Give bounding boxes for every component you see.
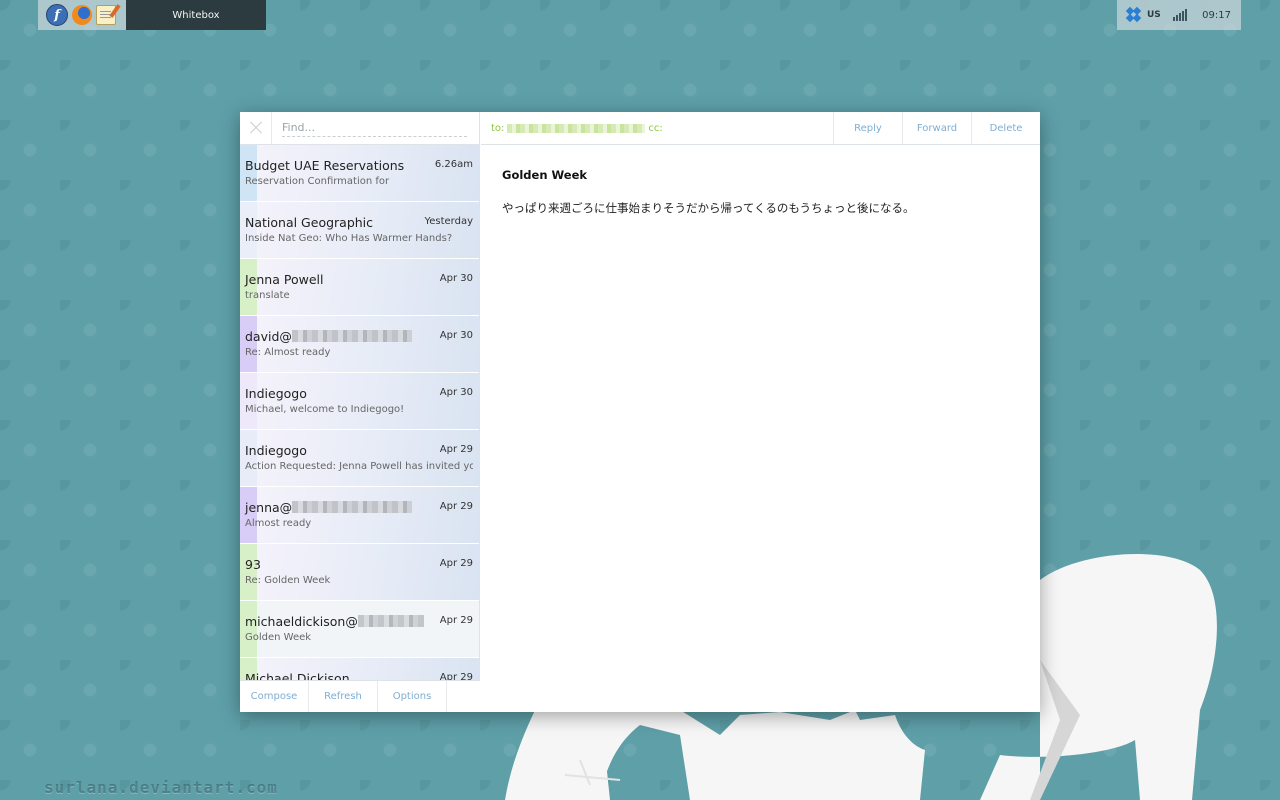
message-preview: Re: Golden Week — [245, 575, 331, 586]
message-color-tag — [240, 430, 257, 486]
cc-label: cc: — [648, 122, 663, 134]
recipient-line: to: cc: — [491, 123, 663, 134]
redacted-address — [292, 501, 413, 513]
compose-button[interactable]: Compose — [240, 681, 309, 712]
message-subject: Golden Week — [502, 168, 588, 182]
message-color-tag — [240, 373, 257, 429]
search-bar — [240, 112, 479, 145]
message-date: Apr 30 — [439, 330, 473, 341]
message-color-tag — [240, 601, 257, 657]
message-item[interactable]: Indiegogo Apr 30 Michael, welcome to Ind… — [240, 373, 479, 430]
message-preview: Michael, welcome to Indiegogo! — [245, 404, 405, 415]
message-preview: Golden Week — [245, 632, 312, 643]
message-date: Yesterday — [424, 216, 473, 227]
dropbox-icon[interactable] — [1125, 6, 1142, 23]
list-toolbar: Compose Refresh Options — [240, 680, 480, 712]
message-date: Apr 29 — [439, 501, 473, 512]
search-input[interactable] — [282, 119, 467, 137]
message-item[interactable]: National Geographic Yesterday Inside Nat… — [240, 202, 479, 259]
message-sender: National Geographic — [245, 215, 374, 230]
message-sender: Michael Dickison — [245, 671, 350, 680]
to-label: to: — [491, 122, 505, 134]
watermark: surlana.deviantart.com — [44, 778, 278, 797]
redacted-recipient — [507, 123, 646, 133]
message-color-tag — [240, 202, 257, 258]
message-preview: Inside Nat Geo: Who Has Warmer Hands? — [245, 233, 453, 244]
forward-button[interactable]: Forward — [902, 112, 971, 144]
firefox-icon[interactable] — [72, 5, 92, 25]
message-sender: Budget UAE Reservations — [245, 158, 405, 173]
delete-button[interactable]: Delete — [971, 112, 1040, 144]
fedora-icon[interactable]: f — [46, 4, 68, 26]
message-list[interactable]: Budget UAE Reservations 6.26am Reservati… — [240, 145, 479, 680]
message-item[interactable]: Budget UAE Reservations 6.26am Reservati… — [240, 145, 479, 202]
reading-pane: to: cc: Reply Forward Delete Golden Week… — [481, 112, 1040, 712]
refresh-button[interactable]: Refresh — [309, 681, 378, 712]
message-color-tag — [240, 145, 257, 201]
message-date: Apr 30 — [439, 273, 473, 284]
message-actions: Reply Forward Delete — [833, 112, 1040, 144]
redacted-address — [357, 615, 424, 627]
message-preview: Reservation Confirmation for — [245, 176, 390, 187]
message-list-pane: Budget UAE Reservations 6.26am Reservati… — [240, 112, 480, 712]
message-color-tag — [240, 259, 257, 315]
message-preview: Re: Almost ready — [245, 347, 331, 358]
message-color-tag — [240, 316, 257, 372]
message-sender: michaeldickison@ — [245, 614, 424, 629]
network-signal-icon[interactable] — [1172, 9, 1187, 21]
message-item[interactable]: Michael Dickison Apr 29 — [240, 658, 479, 680]
message-preview: Almost ready — [245, 518, 312, 529]
message-item[interactable]: Jenna Powell Apr 30 translate — [240, 259, 479, 316]
keyboard-layout-indicator[interactable]: US — [1147, 10, 1161, 20]
message-date: Apr 29 — [439, 558, 473, 569]
clock[interactable]: 09:17 — [1202, 10, 1231, 21]
message-item[interactable]: jenna@ Apr 29 Almost ready — [240, 487, 479, 544]
text-editor-icon[interactable] — [96, 5, 116, 25]
message-preview: Action Requested: Jenna Powell has invit… — [245, 461, 473, 472]
message-item[interactable]: Indiegogo Apr 29 Action Requested: Jenna… — [240, 430, 479, 487]
message-sender: jenna@ — [245, 500, 413, 515]
message-body: やっぱり来週ごろに仕事始まりそうだから帰ってくるのもうちょっと後になる。 — [502, 201, 915, 215]
system-tray: US 09:17 — [1117, 0, 1241, 30]
message-preview: translate — [245, 290, 290, 301]
redacted-address — [291, 330, 412, 342]
reply-button[interactable]: Reply — [833, 112, 902, 144]
taskbar-window-title: Whitebox — [172, 9, 220, 21]
message-item[interactable]: david@ Apr 30 Re: Almost ready — [240, 316, 479, 373]
message-sender: Indiegogo — [245, 443, 307, 458]
message-date: 6.26am — [434, 159, 473, 170]
message-sender: Indiegogo — [245, 386, 307, 401]
message-sender: Jenna Powell — [245, 272, 324, 287]
message-date: Apr 29 — [439, 444, 473, 455]
message-date: Apr 30 — [439, 387, 473, 398]
close-icon[interactable] — [240, 112, 272, 144]
options-button[interactable]: Options — [378, 681, 447, 712]
message-item[interactable]: 93 Apr 29 Re: Golden Week — [240, 544, 479, 601]
message-date: Apr 29 — [439, 615, 473, 626]
message-date: Apr 29 — [439, 672, 473, 680]
message-sender: david@ — [245, 329, 412, 344]
taskbar-window-whitebox[interactable]: Whitebox — [126, 0, 266, 30]
whitebox-mail-window: Budget UAE Reservations 6.26am Reservati… — [240, 112, 1040, 712]
message-color-tag — [240, 487, 257, 543]
message-color-tag — [240, 544, 257, 600]
launcher-panel: f — [38, 0, 126, 30]
message-sender: 93 — [245, 557, 261, 572]
message-header: to: cc: Reply Forward Delete — [481, 112, 1040, 145]
message-item-selected[interactable]: michaeldickison@ Apr 29 Golden Week — [240, 601, 479, 658]
